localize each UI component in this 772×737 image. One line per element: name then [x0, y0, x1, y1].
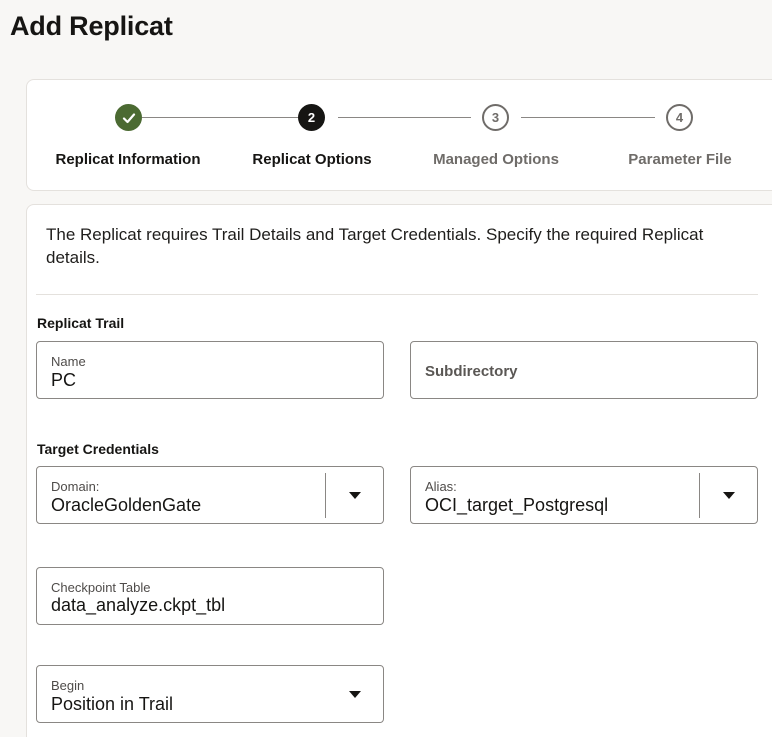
step-connector	[521, 117, 655, 118]
step-2-indicator[interactable]: 2	[298, 104, 325, 131]
chevron-down-icon[interactable]	[349, 492, 361, 499]
begin-label: Begin	[51, 678, 85, 693]
checkpoint-table-input[interactable]: data_analyze.ckpt_tbl	[51, 595, 225, 616]
trail-name-label: Name	[51, 354, 86, 369]
chevron-down-icon[interactable]	[349, 691, 361, 698]
subdirectory-field[interactable]: Subdirectory	[410, 341, 758, 399]
select-separator	[325, 473, 326, 518]
check-icon	[122, 112, 135, 123]
alias-value[interactable]: OCI_target_Postgresql	[425, 495, 608, 516]
trail-name-input[interactable]: PC	[51, 370, 76, 391]
step-connector	[338, 117, 471, 118]
step-3-indicator[interactable]: 3	[482, 104, 509, 131]
intro-text: The Replicat requires Trail Details and …	[46, 225, 704, 267]
step-4-indicator[interactable]: 4	[666, 104, 693, 131]
domain-select[interactable]: Domain: OracleGoldenGate	[36, 466, 384, 524]
trail-name-field[interactable]: Name PC	[36, 341, 384, 399]
page-title: Add Replicat	[10, 11, 173, 41]
checkpoint-table-label: Checkpoint Table	[51, 580, 151, 595]
step-1-indicator[interactable]	[115, 104, 142, 131]
replicat-trail-heading: Replicat Trail	[37, 315, 125, 331]
domain-value[interactable]: OracleGoldenGate	[51, 495, 201, 516]
divider	[36, 294, 758, 295]
target-credentials-heading: Target Credentials	[37, 441, 159, 457]
step-1-label[interactable]: Replicat Information	[28, 151, 228, 168]
domain-label: Domain:	[51, 479, 100, 494]
step-2-label[interactable]: Replicat Options	[212, 151, 412, 168]
stepper-card	[26, 79, 772, 191]
step-connector	[142, 117, 298, 118]
alias-label: Alias:	[425, 479, 457, 494]
begin-value[interactable]: Position in Trail	[51, 694, 173, 715]
subdirectory-input[interactable]: Subdirectory	[425, 363, 518, 380]
select-separator	[699, 473, 700, 518]
begin-select[interactable]: Begin Position in Trail	[36, 665, 384, 723]
checkpoint-table-field[interactable]: Checkpoint Table data_analyze.ckpt_tbl	[36, 567, 384, 625]
step-4-label[interactable]: Parameter File	[580, 151, 772, 168]
step-3-label[interactable]: Managed Options	[396, 151, 596, 168]
chevron-down-icon[interactable]	[723, 492, 735, 499]
alias-select[interactable]: Alias: OCI_target_Postgresql	[410, 466, 758, 524]
